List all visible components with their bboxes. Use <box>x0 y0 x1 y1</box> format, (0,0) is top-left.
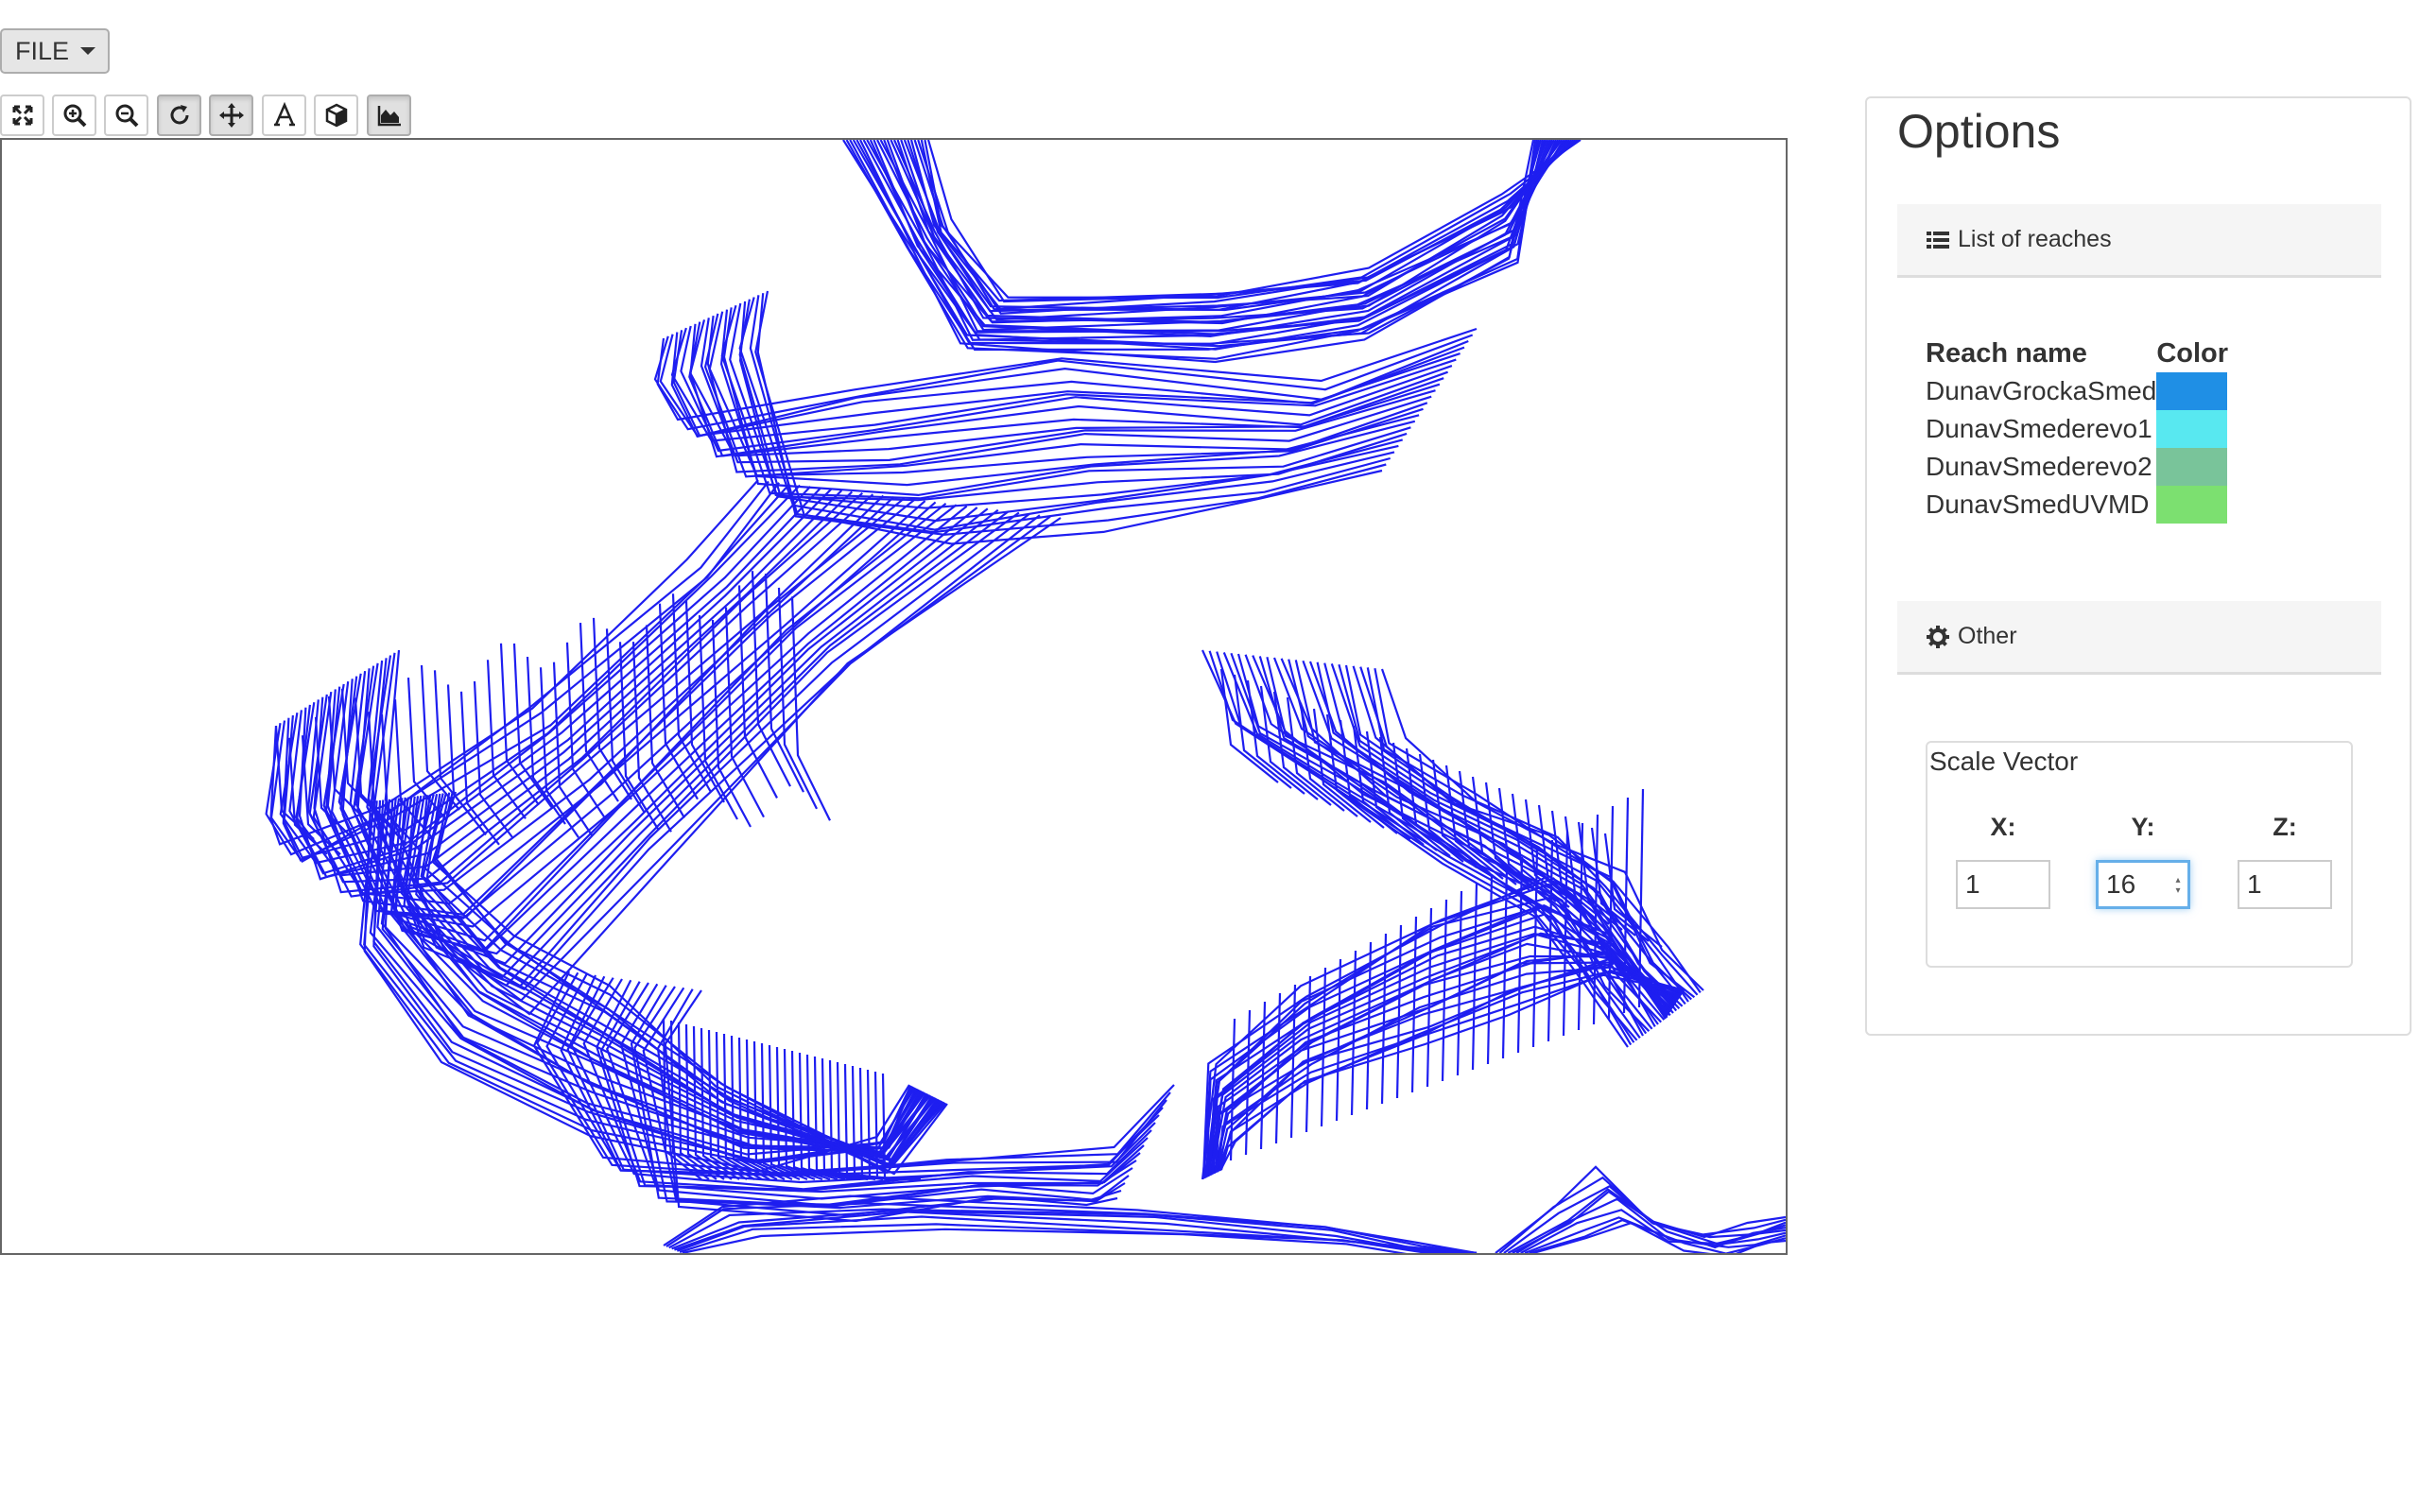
list-of-reaches-label: List of reaches <box>1958 226 2112 252</box>
area-chart-icon <box>377 106 401 127</box>
options-title: Options <box>1897 105 2061 158</box>
reach-color-swatch[interactable] <box>2156 372 2228 410</box>
file-menu-button[interactable]: FILE <box>0 28 110 74</box>
pan-move-icon <box>218 103 244 128</box>
scale-z-label: Z: <box>2273 813 2297 841</box>
scale-vector-legend: Scale Vector <box>1929 747 2079 776</box>
cross-section-line <box>1216 962 1682 1173</box>
number-stepper-icon[interactable]: ▴ ▾ <box>2173 875 2183 896</box>
cross-section-line <box>1456 890 1463 1076</box>
options-panel: Options List of reaches Reach name Color… <box>1865 96 2411 1036</box>
pan-button[interactable] <box>209 94 253 136</box>
reach-color-swatch[interactable] <box>2156 448 2228 486</box>
cross-section-line <box>1562 831 1569 1037</box>
3d-cross-section-viewer[interactable] <box>0 138 1788 1255</box>
scale-z-input[interactable] <box>2238 860 2332 909</box>
reach-name: DunavSmederevo1 <box>1926 414 2152 443</box>
cross-section-line <box>1219 970 1685 1171</box>
file-menu-label: FILE <box>15 36 70 65</box>
other-label: Other <box>1958 623 2017 649</box>
scale-y-label: Y: <box>2131 813 2155 841</box>
scale-vector-fieldset: Scale Vector X: Y: Z: ▴▾ <box>1926 741 2353 968</box>
text-label-button[interactable] <box>262 94 306 136</box>
cross-section-line <box>1512 1190 1786 1253</box>
gear-icon <box>1927 625 1949 648</box>
zoom-out-icon <box>115 104 138 128</box>
cross-section-line <box>403 796 930 1154</box>
zoom-in-icon <box>63 104 86 128</box>
cross-section-line <box>354 510 1010 979</box>
cross-section-plot[interactable] <box>2 140 1786 1253</box>
cube-3d-icon <box>325 103 347 128</box>
reach-name: DunavSmederevo2 <box>1926 452 2152 481</box>
other-header[interactable]: Other <box>1897 601 2381 675</box>
reach-name: DunavGrockaSmed <box>1926 376 2157 405</box>
cube-3d-button[interactable] <box>314 94 358 136</box>
table-row[interactable]: DunavGrockaSmed <box>1926 372 2228 410</box>
cross-section-line <box>913 140 1574 315</box>
cross-section-line <box>425 793 942 1171</box>
caret-down-icon <box>80 47 96 55</box>
list-of-reaches-header[interactable]: List of reaches <box>1897 204 2381 278</box>
fullscreen-icon <box>12 105 32 126</box>
reach-name: DunavSmedUVMD <box>1926 490 2150 519</box>
cross-section-line <box>269 482 780 863</box>
cross-section-line <box>1516 856 1524 1054</box>
zoom-in-button[interactable] <box>52 94 96 136</box>
cross-section-line <box>679 1223 1478 1253</box>
reach-name-header: Reach name <box>1926 337 2087 369</box>
reach-color-swatch[interactable] <box>2156 486 2228 524</box>
area-chart-button[interactable] <box>367 94 411 136</box>
scale-x-label: X: <box>1990 813 2016 841</box>
cross-section-line <box>1426 907 1433 1088</box>
cross-section-line <box>1410 916 1418 1093</box>
table-row[interactable]: DunavSmederevo2 <box>1926 448 2228 486</box>
reach-color-swatch[interactable] <box>2156 410 2228 448</box>
list-icon <box>1927 231 1949 249</box>
reach-table: Reach name Color DunavGrockaSmed DunavSm… <box>1926 335 2228 524</box>
cross-section-line <box>1395 924 1403 1099</box>
cross-section-line <box>1217 958 1682 1172</box>
reach-color-header: Color <box>2156 337 2229 369</box>
cross-section-line <box>381 798 922 1154</box>
cross-section-line <box>1380 933 1388 1105</box>
table-row[interactable]: DunavSmederevo1 <box>1926 410 2228 448</box>
text-label-icon <box>273 102 295 127</box>
cross-section-line <box>869 140 1550 334</box>
zoom-out-button[interactable] <box>104 94 148 136</box>
rotate-icon <box>170 105 188 125</box>
scale-x-input[interactable] <box>1956 860 2050 909</box>
table-row[interactable]: DunavSmedUVMD <box>1926 486 2228 524</box>
rotate-button[interactable] <box>157 94 201 136</box>
cross-section-line <box>903 140 1568 313</box>
fullscreen-button[interactable] <box>0 94 44 136</box>
